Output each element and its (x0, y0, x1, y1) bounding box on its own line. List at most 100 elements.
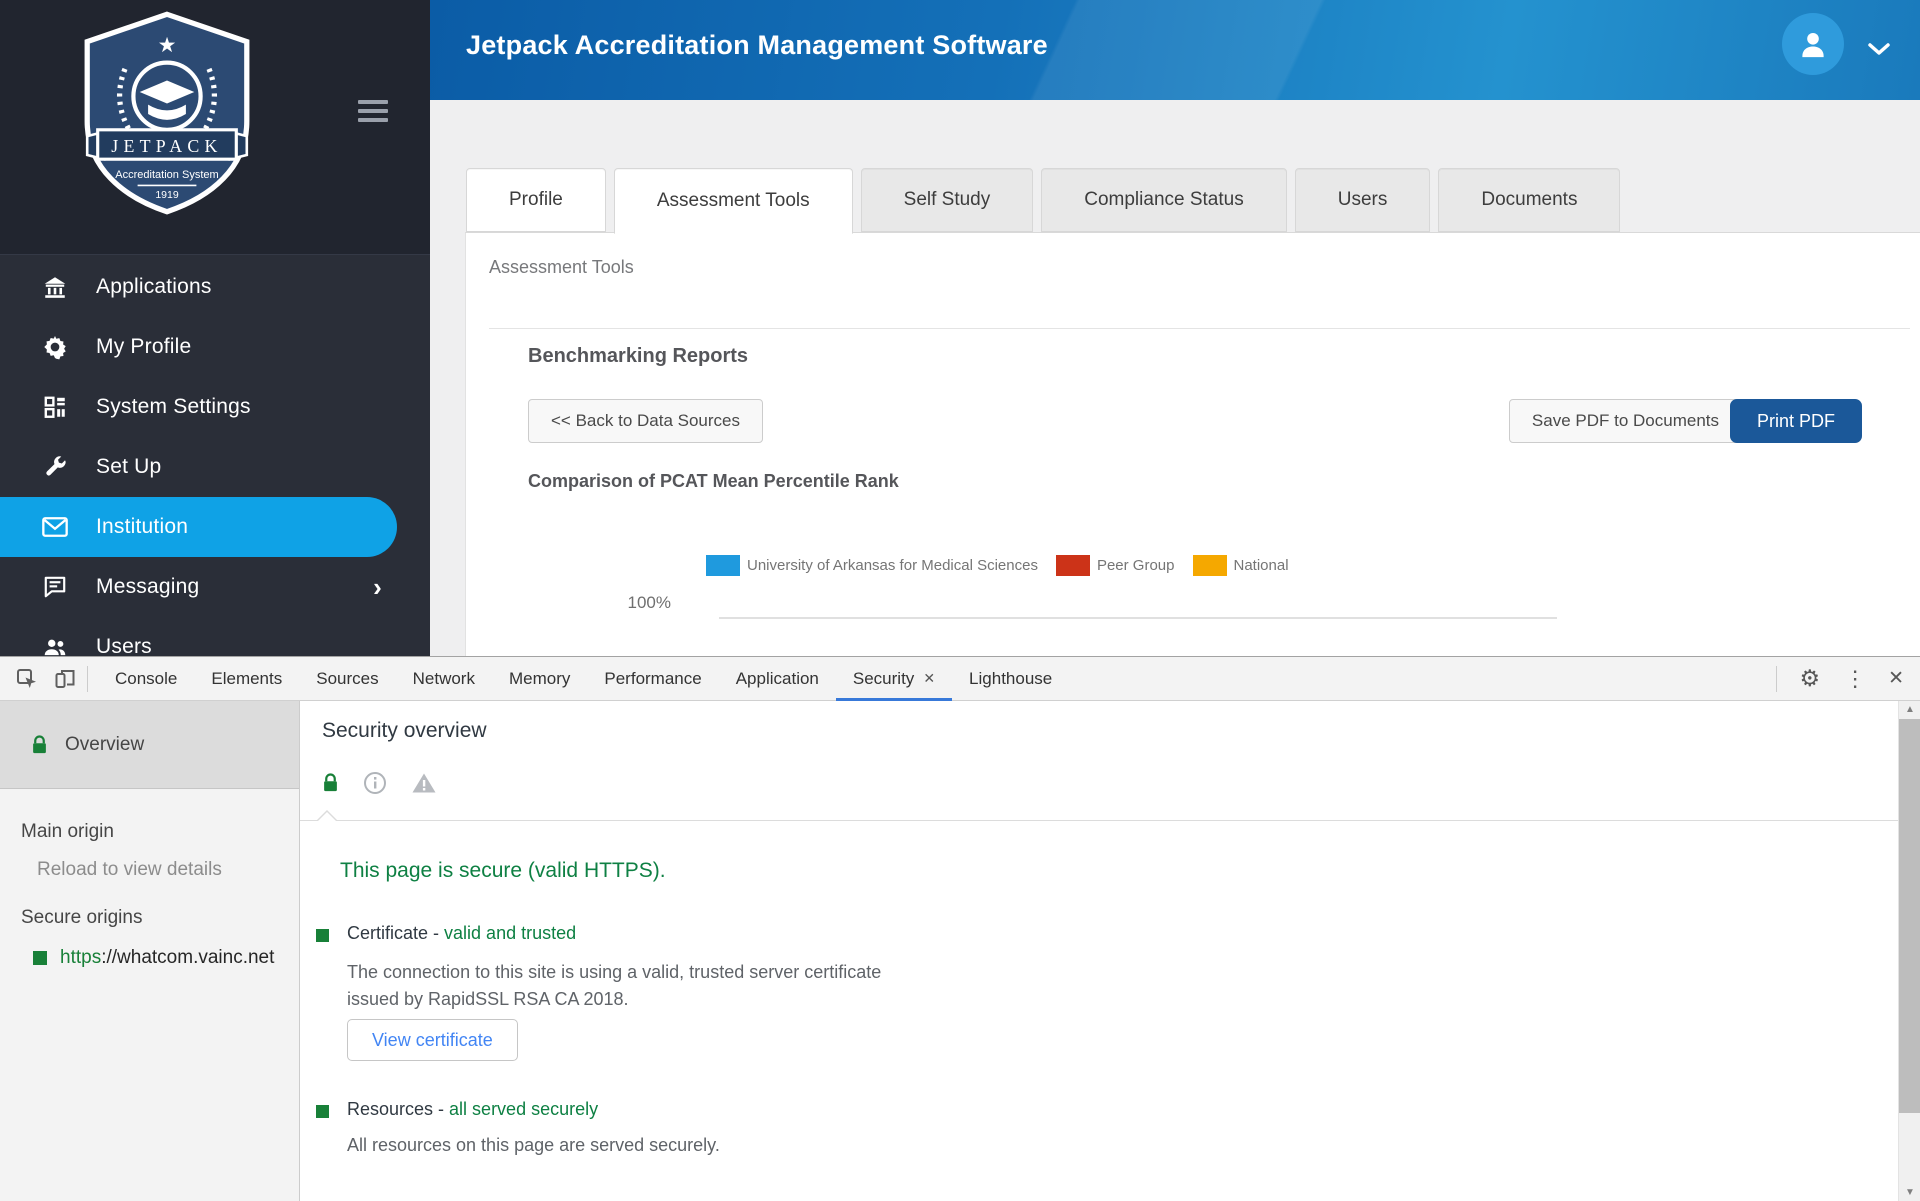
tab-users[interactable]: Users (1295, 168, 1431, 232)
hamburger-menu-icon[interactable] (358, 100, 388, 127)
resources-status-square-icon (316, 1105, 329, 1118)
y-axis-tick-100: 100% (616, 593, 671, 613)
devtools-tab-sources[interactable]: Sources (299, 657, 395, 701)
devtools-tab-lighthouse[interactable]: Lighthouse (952, 657, 1069, 701)
save-pdf-button[interactable]: Save PDF to Documents (1509, 399, 1742, 443)
devtools-kebab-menu-icon[interactable]: ⋮ (1844, 668, 1866, 690)
toolbar-divider (1776, 666, 1777, 692)
origin-host: ://whatcom.vainc.net (101, 947, 274, 968)
certificate-status: valid and trusted (444, 923, 576, 943)
devtools-tab-application[interactable]: Application (719, 657, 836, 701)
scrollbar-down-arrow-icon[interactable]: ▼ (1899, 1184, 1920, 1201)
tab-compliance-status[interactable]: Compliance Status (1041, 168, 1286, 232)
close-security-tab-icon[interactable]: ✕ (923, 670, 935, 687)
security-status-icons (322, 771, 437, 795)
svg-text:1919: 1919 (155, 189, 179, 201)
benchmarking-reports-title: Benchmarking Reports (528, 345, 748, 368)
sidebar-item-label: System Settings (96, 395, 251, 419)
security-overview-main: Security overview This page is secure (v… (300, 701, 1920, 1201)
secure-origin-item[interactable]: https://whatcom.vainc.net (0, 947, 299, 969)
info-icon[interactable] (363, 771, 387, 795)
devtools-tab-security[interactable]: Security ✕ (836, 657, 952, 701)
sidebar-item-label: My Profile (96, 335, 191, 359)
view-certificate-button[interactable]: View certificate (347, 1019, 518, 1061)
tab-documents[interactable]: Documents (1438, 168, 1620, 232)
resources-label: Resources - (347, 1099, 449, 1119)
bank-icon (40, 274, 70, 300)
logo-area: ★ JETPACK Accreditation System 1919 (0, 0, 430, 255)
devtools-tab-performance[interactable]: Performance (587, 657, 718, 701)
chart-gridline (719, 617, 1557, 619)
envelope-icon (40, 514, 70, 540)
secure-lock-icon[interactable] (322, 772, 339, 794)
jetpack-logo: ★ JETPACK Accreditation System 1919 (62, 8, 272, 218)
secure-headline: This page is secure (valid HTTPS). (340, 859, 666, 883)
section-label: Assessment Tools (489, 257, 634, 278)
devtools-tab-network[interactable]: Network (396, 657, 492, 701)
sidebar-item-my-profile[interactable]: My Profile (0, 317, 430, 377)
back-to-data-sources-button[interactable]: << Back to Data Sources (528, 399, 763, 443)
scrollbar-up-arrow-icon[interactable]: ▲ (1899, 701, 1920, 718)
sidebar-item-label: Messaging (96, 575, 199, 599)
grid-icon (40, 394, 70, 420)
certificate-label: Certificate - (347, 923, 444, 943)
reload-hint: Reload to view details (0, 859, 299, 881)
scrollbar-thumb[interactable] (1899, 719, 1920, 1113)
app-sidebar: ★ JETPACK Accreditation System 1919 (0, 0, 430, 656)
devtools-panel: Console Elements Sources Network Memory … (0, 656, 1920, 1201)
user-avatar[interactable] (1782, 13, 1844, 75)
tab-self-study[interactable]: Self Study (861, 168, 1034, 232)
chart-legend: University of Arkansas for Medical Scien… (706, 555, 1289, 576)
resources-description: All resources on this page are served se… (347, 1135, 720, 1156)
screen: Jetpack Accreditation Management Softwar… (0, 0, 1920, 1201)
account-menu-chevron-icon[interactable] (1868, 42, 1890, 60)
sidebar-nav: Applications My Profile System Settings … (0, 255, 430, 677)
devtools-settings-gear-icon[interactable]: ⚙ (1799, 667, 1820, 690)
gear-icon (40, 334, 70, 360)
secure-status-square-icon (33, 951, 47, 965)
assessment-tools-panel: Assessment Tools Benchmarking Reports <<… (465, 232, 1920, 656)
sidebar-item-institution[interactable]: Institution (0, 497, 397, 557)
sidebar-item-applications[interactable]: Applications (0, 257, 430, 317)
tab-profile[interactable]: Profile (466, 168, 606, 232)
main-tabs: Profile Assessment Tools Self Study Comp… (466, 168, 1620, 232)
legend-item: Peer Group (1056, 555, 1175, 576)
legend-swatch-red (1056, 555, 1090, 576)
divider (489, 328, 1910, 329)
devtools-close-icon[interactable]: ✕ (1888, 669, 1904, 688)
devtools-tab-console[interactable]: Console (98, 657, 194, 701)
warning-triangle-icon[interactable] (411, 771, 437, 795)
legend-item: University of Arkansas for Medical Scien… (706, 555, 1038, 576)
app-title: Jetpack Accreditation Management Softwar… (466, 30, 1048, 61)
devtools-scrollbar[interactable]: ▲ ▼ (1898, 701, 1920, 1201)
toolbar-divider (87, 666, 88, 692)
origin-scheme: https (60, 947, 101, 968)
chart-title: Comparison of PCAT Mean Percentile Rank (528, 471, 899, 492)
chat-icon (40, 574, 70, 600)
svg-text:Accreditation System: Accreditation System (115, 169, 218, 181)
sidebar-item-label: Set Up (96, 455, 161, 479)
security-sidebar: Overview Main origin Reload to view deta… (0, 701, 300, 1201)
svg-text:★: ★ (158, 34, 177, 57)
sidebar-item-system-settings[interactable]: System Settings (0, 377, 430, 437)
inspect-element-icon[interactable] (15, 667, 39, 691)
devtools-toolbar: Console Elements Sources Network Memory … (0, 657, 1920, 701)
lock-icon (31, 734, 48, 756)
person-icon (1796, 27, 1830, 61)
main-origin-label: Main origin (0, 821, 299, 843)
device-toolbar-icon[interactable] (53, 667, 77, 691)
certificate-description: The connection to this site is using a v… (347, 959, 895, 1013)
submenu-chevron-icon: › (373, 574, 382, 600)
sidebar-item-set-up[interactable]: Set Up (0, 437, 430, 497)
devtools-tab-elements[interactable]: Elements (194, 657, 299, 701)
sidebar-item-messaging[interactable]: Messaging › (0, 557, 430, 617)
legend-swatch-blue (706, 555, 740, 576)
print-pdf-button[interactable]: Print PDF (1730, 399, 1862, 443)
devtools-tabs: Console Elements Sources Network Memory … (98, 657, 1069, 701)
security-sidebar-overview[interactable]: Overview (0, 701, 299, 789)
devtools-tab-memory[interactable]: Memory (492, 657, 587, 701)
sidebar-item-label: Applications (96, 275, 212, 299)
app-header: Jetpack Accreditation Management Softwar… (430, 0, 1920, 100)
certificate-status-square-icon (316, 929, 329, 942)
tab-assessment-tools[interactable]: Assessment Tools (614, 168, 853, 234)
